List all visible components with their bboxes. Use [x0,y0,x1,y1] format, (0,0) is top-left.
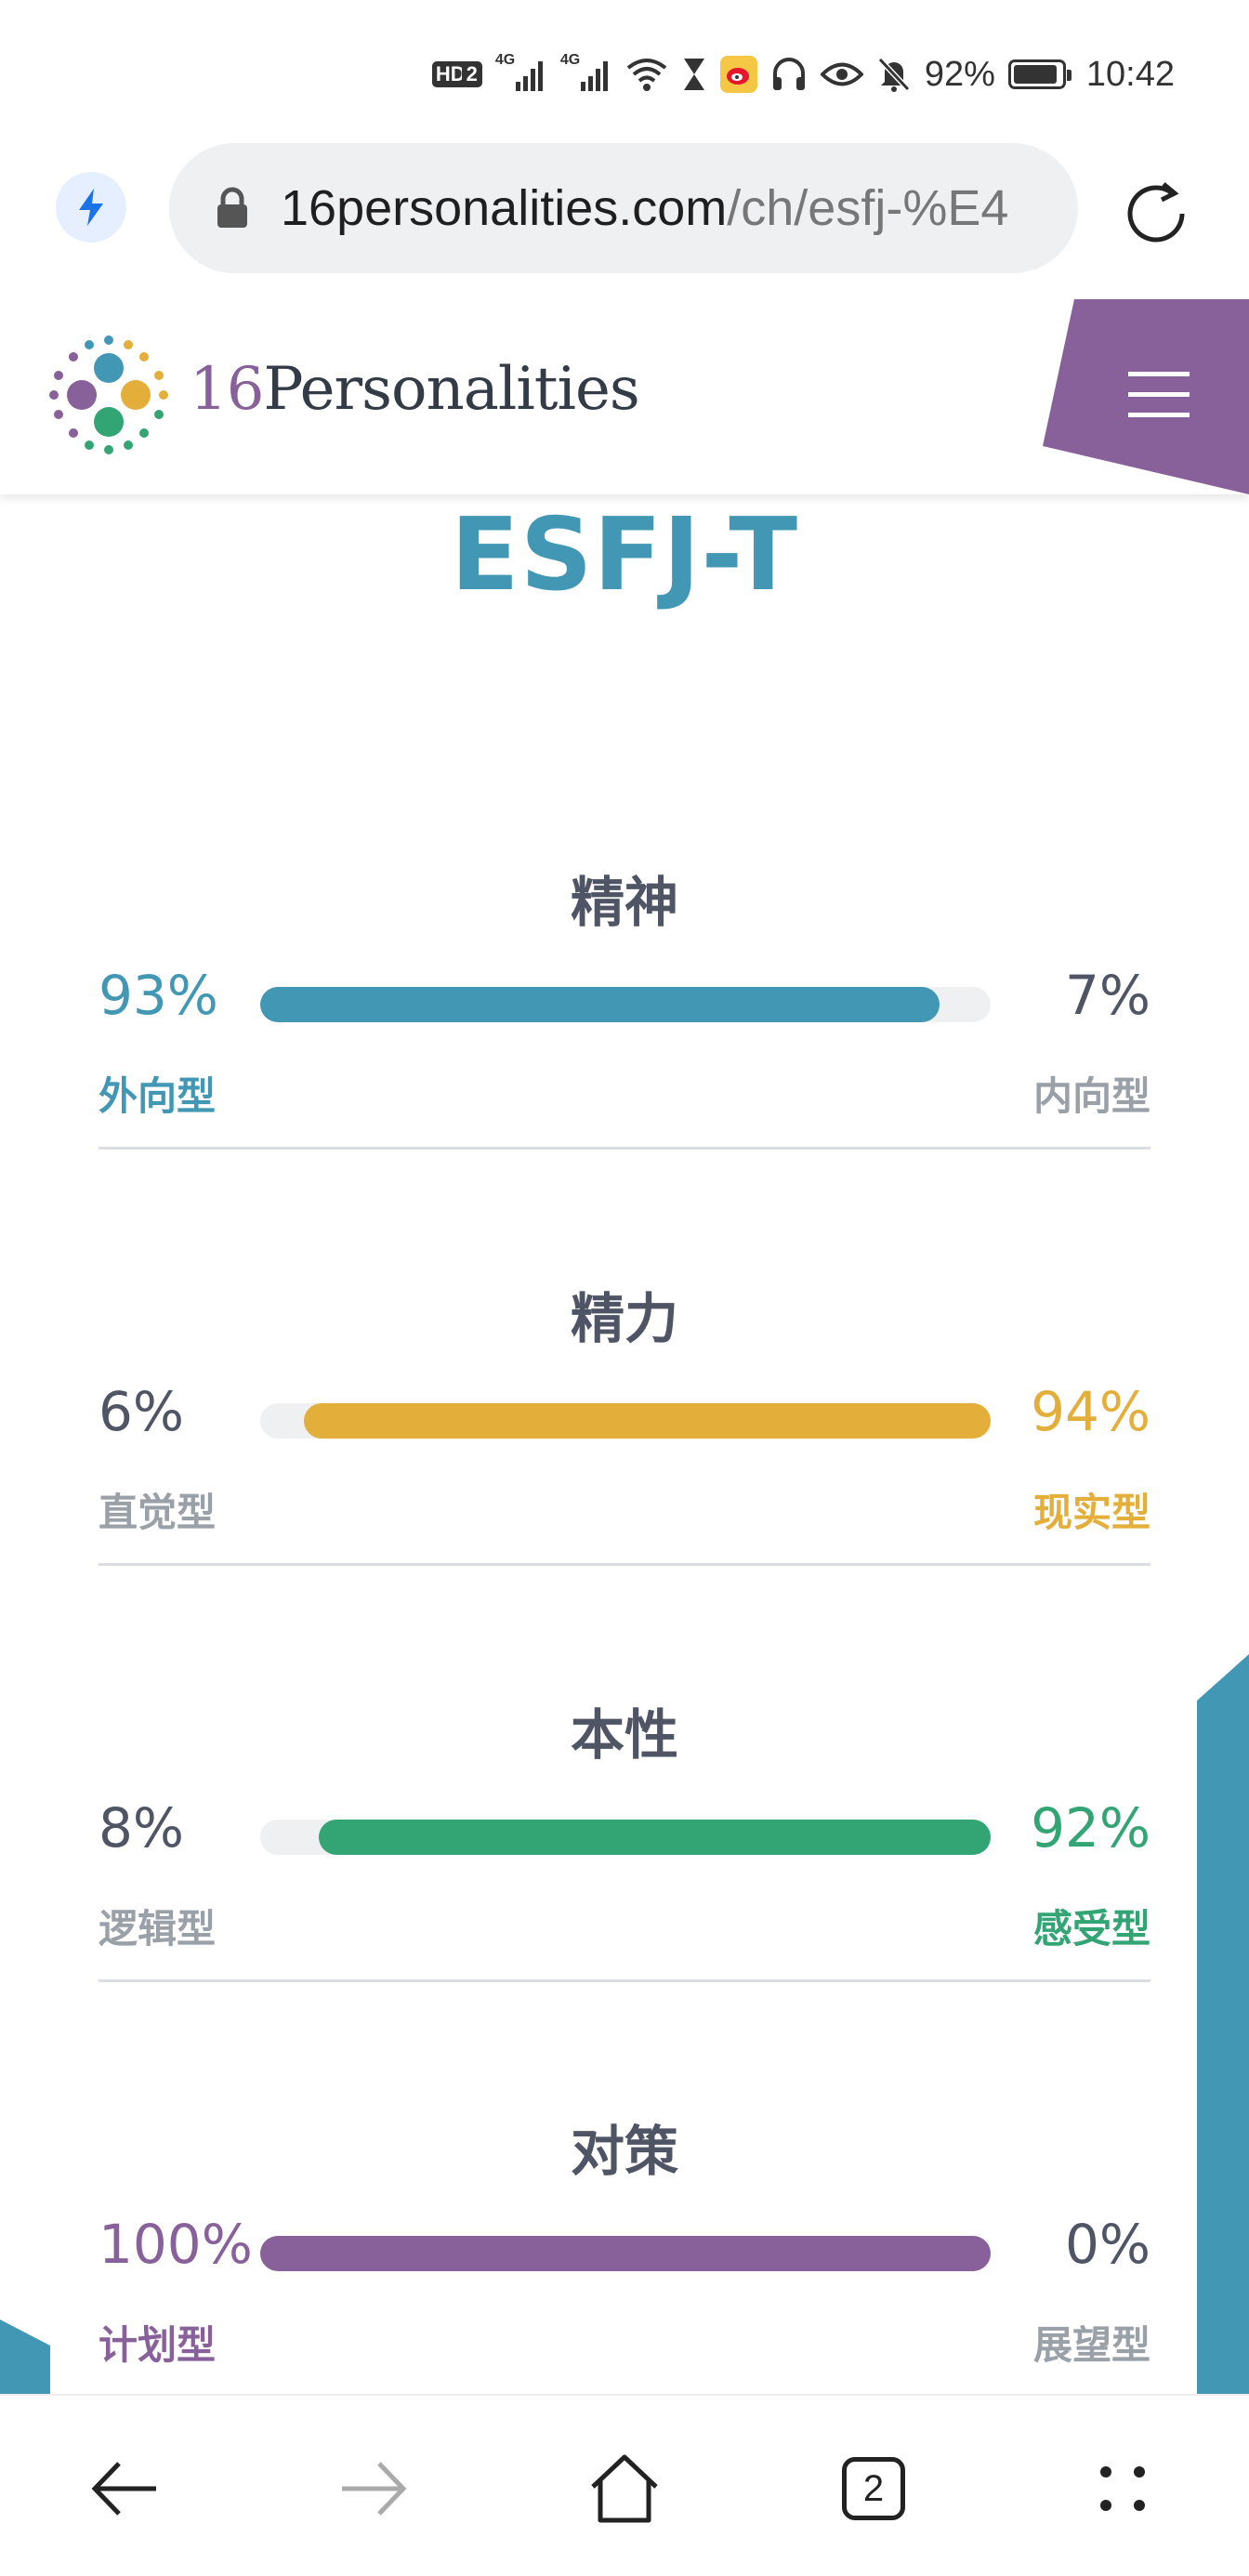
forward-arrow-icon [342,2462,407,2516]
site-header: 16Personalities [0,297,1249,494]
tabs-count-icon: 2 [842,2457,905,2520]
brand-logo-icon[interactable] [46,333,171,457]
trait-left-percent: 100% [99,2213,253,2276]
trait-right-percent: 7% [1064,964,1150,1027]
bolt-icon[interactable] [56,172,126,243]
trait-right-percent: 94% [1031,1380,1150,1443]
trait-title: 精神 [570,871,678,934]
trait-bar [260,2236,991,2271]
forward-button[interactable] [327,2442,420,2535]
trait-left-label: 计划型 [99,2322,217,2368]
signal-icon: 4G [560,52,612,93]
bell-muted-icon [876,56,912,93]
battery-level [1013,65,1058,84]
trait-bar-fill [260,987,940,1022]
personality-type-code: ESFJ-T [450,497,799,613]
trait-title: 对策 [570,2120,678,2183]
trait-bar [260,1820,991,1855]
decorative-stripe-left [0,2320,50,2394]
trait-bar [260,1403,991,1439]
reload-button[interactable] [1119,177,1193,251]
brand-word: Personalities [263,355,639,424]
tabs-button[interactable]: 2 [827,2442,920,2535]
decorative-stripe-right [1197,1654,1249,2398]
weibo-icon [719,56,757,93]
back-button[interactable] [78,2442,171,2535]
hourglass-icon [681,56,707,93]
trait-bar-fill [260,2236,991,2271]
trait-right-label: 展望型 [1032,2322,1150,2368]
trait-left-percent: 93% [99,964,218,1027]
brand-number: 16 [190,355,264,424]
trait-bar-fill [304,1403,991,1439]
more-menu-button[interactable] [1076,2442,1169,2535]
trait-left-label: 逻辑型 [99,1906,217,1952]
lock-icon [214,187,251,230]
trait-right-label: 内向型 [1032,1073,1150,1119]
wifi-icon [625,57,668,92]
home-button[interactable] [578,2442,671,2535]
reload-icon [1127,182,1185,243]
eye-icon [820,60,863,88]
home-icon [591,2454,658,2523]
trait-right-percent: 0% [1064,2213,1150,2276]
battery-percent: 92% [924,54,995,94]
trait-divider [99,1563,1150,1566]
url-path: /ch/esfj-%E4 [727,180,1009,236]
status-icons: HD 2 4G 4G 92% 10:42 [431,48,1175,100]
more-dots-icon [1100,2466,1145,2511]
battery-icon [1007,59,1072,89]
brand-name[interactable]: 16Personalities [190,355,640,424]
status-bar: HD 2 4G 4G 92% 10:42 [0,0,1249,139]
trait-right-percent: 92% [1031,1796,1150,1860]
browser-toolbar: 16personalities.com/ch/esfj-%E4 [0,139,1249,297]
trait-divider [99,1979,1150,1982]
address-bar[interactable]: 16personalities.com/ch/esfj-%E4 [169,143,1078,273]
back-arrow-icon [91,2462,156,2516]
menu-button[interactable] [1043,297,1249,494]
trait-title: 本性 [570,1703,678,1767]
trait-divider [99,1147,1150,1150]
sim-badge: 2 [461,61,482,87]
trait-left-percent: 6% [99,1380,185,1443]
trait-bar-fill [318,1820,991,1855]
trait-left-percent: 8% [99,1796,185,1860]
trait-bar [260,987,991,1022]
trait-right-label: 现实型 [1032,1490,1150,1535]
url-host: 16personalities.com [281,180,728,236]
trait-left-label: 外向型 [99,1073,217,1119]
trait-energy: 精力 6% 94% 直觉型 现实型 [99,1286,1150,1704]
trait-right-label: 感受型 [1032,1906,1150,1952]
trait-title: 精力 [570,1287,678,1350]
signal-icon: 4G [495,52,547,93]
trait-nature: 本性 8% 92% 逻辑型 感受型 [99,1702,1150,2121]
hd-icon: HD 2 [431,61,482,87]
headphones-icon [770,57,808,92]
url-text[interactable]: 16personalities.com/ch/esfj-%E4 [281,179,1043,237]
browser-bottom-nav: 2 [0,2394,1249,2576]
clock: 10:42 [1085,54,1175,94]
trait-mind: 精神 93% 7% 外向型 内向型 [99,870,1150,1288]
trait-left-label: 直觉型 [99,1490,217,1535]
